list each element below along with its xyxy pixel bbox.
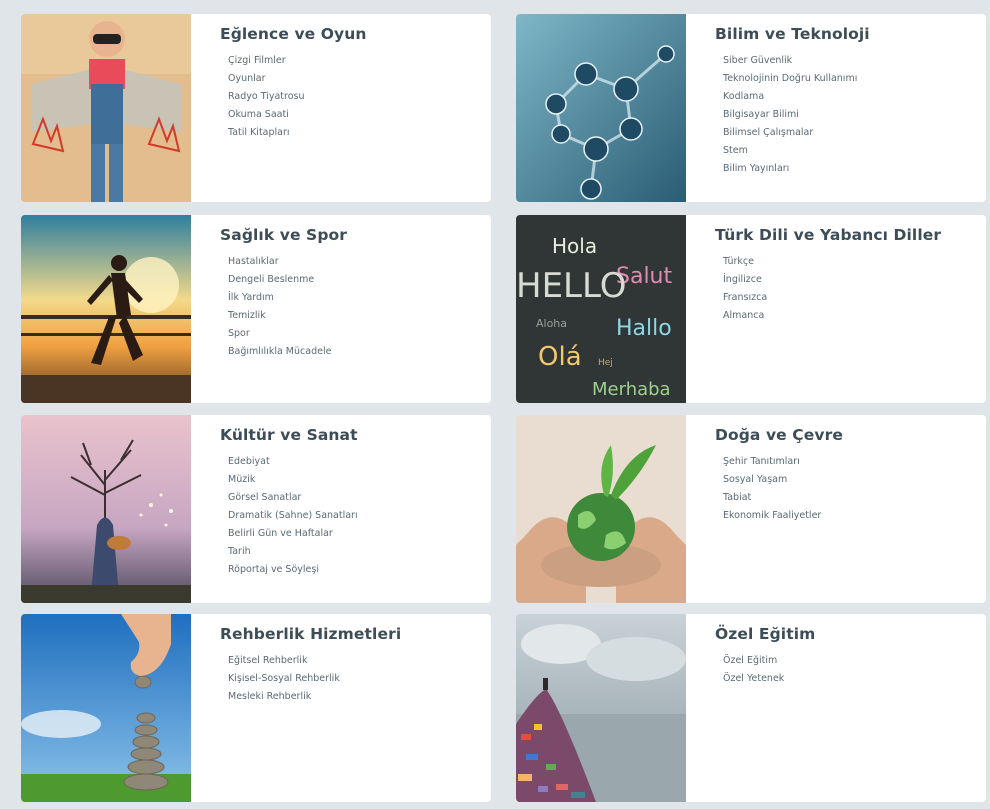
subcategory-list: Özel Eğitim Özel Yetenek (715, 652, 976, 688)
subcategory-link[interactable]: Tarih (228, 543, 481, 561)
subcategory-list: Türkçe İngilizce Fransızca Almanca (715, 253, 976, 325)
category-image[interactable] (21, 614, 191, 802)
subcategory-link[interactable]: Spor (228, 325, 481, 343)
subcategory-link[interactable]: Almanca (723, 307, 976, 325)
subcategory-link[interactable]: Türkçe (723, 253, 976, 271)
subcategory-link[interactable]: Belirli Gün ve Haftalar (228, 525, 481, 543)
subcategory-link[interactable]: Röportaj ve Söyleşi (228, 561, 481, 579)
subcategory-link[interactable]: Edebiyat (228, 453, 481, 471)
subcategory-link[interactable]: Oyunlar (228, 70, 481, 88)
subcategory-link[interactable]: Kodlama (723, 88, 976, 106)
subcategory-link[interactable]: Müzik (228, 471, 481, 489)
category-card-kultur-ve-sanat[interactable]: Kültür ve Sanat Edebiyat Müzik Görsel Sa… (21, 415, 491, 603)
category-card-doga-ve-cevre[interactable]: Doğa ve Çevre Şehir Tanıtımları Sosyal Y… (516, 415, 986, 603)
category-title[interactable]: Doğa ve Çevre (715, 426, 976, 444)
category-title[interactable]: Rehberlik Hizmetleri (220, 625, 481, 643)
subcategory-list: Edebiyat Müzik Görsel Sanatlar Dramatik … (220, 453, 481, 579)
subcategory-list: Siber Güvenlik Teknolojinin Doğru Kullan… (715, 52, 976, 178)
subcategory-link[interactable]: Temizlik (228, 307, 481, 325)
image-word: Hej (598, 358, 613, 368)
subcategory-link[interactable]: Çizgi Filmler (228, 52, 481, 70)
category-title[interactable]: Kültür ve Sanat (220, 426, 481, 444)
category-title[interactable]: Bilim ve Teknoloji (715, 25, 976, 43)
subcategory-link[interactable]: Bağımlılıkla Mücadele (228, 343, 481, 361)
category-title[interactable]: Sağlık ve Spor (220, 226, 481, 244)
subcategory-link[interactable]: Bilimsel Çalışmalar (723, 124, 976, 142)
subcategory-link[interactable]: İngilizce (723, 271, 976, 289)
subcategory-link[interactable]: Şehir Tanıtımları (723, 453, 976, 471)
subcategory-link[interactable]: Dengeli Beslenme (228, 271, 481, 289)
image-word: Olá (538, 342, 582, 372)
subcategory-link[interactable]: Bilgisayar Bilimi (723, 106, 976, 124)
subcategory-link[interactable]: Dramatik (Sahne) Sanatları (228, 507, 481, 525)
subcategory-list: Çizgi Filmler Oyunlar Radyo Tiyatrosu Ok… (220, 52, 481, 142)
category-title[interactable]: Eğlence ve Oyun (220, 25, 481, 43)
subcategory-link[interactable]: Eğitsel Rehberlik (228, 652, 481, 670)
category-image[interactable]: Hola Salut Hallo Olá Merhaba HELLO Aloha… (516, 215, 686, 403)
category-image[interactable] (516, 614, 686, 802)
subcategory-link[interactable]: İlk Yardım (228, 289, 481, 307)
category-image[interactable] (21, 14, 191, 202)
category-title[interactable]: Özel Eğitim (715, 625, 976, 643)
subcategory-link[interactable]: Özel Yetenek (723, 670, 976, 688)
subcategory-link[interactable]: Siber Güvenlik (723, 52, 976, 70)
image-word: Hallo (616, 316, 672, 341)
subcategory-link[interactable]: Ekonomik Faaliyetler (723, 507, 976, 525)
subcategory-link[interactable]: Fransızca (723, 289, 976, 307)
subcategory-list: Eğitsel Rehberlik Kişisel-Sosyal Rehberl… (220, 652, 481, 706)
category-image[interactable] (516, 14, 686, 202)
image-word: HELLO (516, 266, 626, 306)
category-image[interactable] (516, 415, 686, 603)
subcategory-link[interactable]: Radyo Tiyatrosu (228, 88, 481, 106)
subcategory-link[interactable]: Okuma Saati (228, 106, 481, 124)
subcategory-list: Şehir Tanıtımları Sosyal Yaşam Tabiat Ek… (715, 453, 976, 525)
category-card-rehberlik-hizmetleri[interactable]: Rehberlik Hizmetleri Eğitsel Rehberlik K… (21, 614, 491, 802)
category-card-saglik-ve-spor[interactable]: Sağlık ve Spor Hastalıklar Dengeli Besle… (21, 215, 491, 403)
category-card-bilim-ve-teknoloji[interactable]: Bilim ve Teknoloji Siber Güvenlik Teknol… (516, 14, 986, 202)
subcategory-link[interactable]: Tatil Kitapları (228, 124, 481, 142)
subcategory-link[interactable]: Mesleki Rehberlik (228, 688, 481, 706)
subcategory-link[interactable]: Kişisel-Sosyal Rehberlik (228, 670, 481, 688)
category-image[interactable] (21, 215, 191, 403)
subcategory-link[interactable]: Görsel Sanatlar (228, 489, 481, 507)
subcategory-link[interactable]: Bilim Yayınları (723, 160, 976, 178)
subcategory-link[interactable]: Stem (723, 142, 976, 160)
category-card-eglence-ve-oyun[interactable]: Eğlence ve Oyun Çizgi Filmler Oyunlar Ra… (21, 14, 491, 202)
subcategory-link[interactable]: Sosyal Yaşam (723, 471, 976, 489)
subcategory-link[interactable]: Hastalıklar (228, 253, 481, 271)
category-image[interactable] (21, 415, 191, 603)
category-card-ozel-egitim[interactable]: Özel Eğitim Özel Eğitim Özel Yetenek (516, 614, 986, 802)
image-word: Hola (552, 234, 597, 258)
image-word: Merhaba (592, 379, 671, 400)
subcategory-link[interactable]: Tabiat (723, 489, 976, 507)
subcategory-link[interactable]: Teknolojinin Doğru Kullanımı (723, 70, 976, 88)
category-grid: Eğlence ve Oyun Çizgi Filmler Oyunlar Ra… (0, 0, 990, 809)
image-word: Aloha (536, 317, 567, 330)
category-title[interactable]: Türk Dili ve Yabancı Diller (715, 226, 976, 244)
subcategory-link[interactable]: Özel Eğitim (723, 652, 976, 670)
subcategory-list: Hastalıklar Dengeli Beslenme İlk Yardım … (220, 253, 481, 361)
category-card-turk-dili-ve-yabanci-diller[interactable]: Hola Salut Hallo Olá Merhaba HELLO Aloha… (516, 215, 986, 403)
